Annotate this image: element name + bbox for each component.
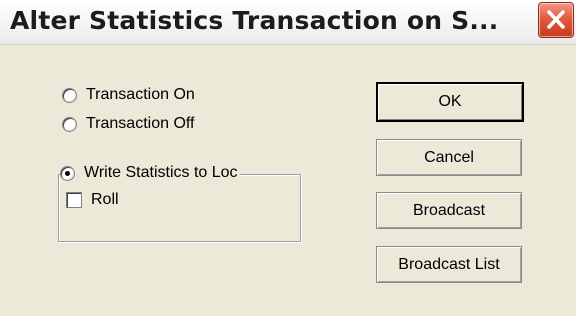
cancel-button[interactable]: Cancel — [376, 139, 522, 176]
roll-checkbox-row[interactable]: Roll — [66, 190, 119, 210]
alter-statistics-dialog: Alter Statistics Transaction on S... Tra… — [0, 0, 576, 316]
title-bar[interactable]: Alter Statistics Transaction on S... — [0, 0, 576, 45]
radio-button-icon — [62, 116, 77, 132]
window-title: Alter Statistics Transaction on S... — [10, 6, 499, 35]
radio-write-statistics[interactable]: Write Statistics to Loc — [60, 163, 240, 183]
radio-transaction-off[interactable]: Transaction Off — [62, 114, 195, 134]
close-button[interactable] — [538, 2, 574, 38]
radio-write-statistics-label: Write Statistics to Loc — [84, 164, 238, 181]
close-icon — [547, 10, 565, 29]
radio-button-checked-icon — [60, 165, 75, 181]
radio-transaction-on-label: Transaction On — [86, 86, 195, 103]
broadcast-button[interactable]: Broadcast — [376, 192, 522, 229]
ok-button[interactable]: OK — [376, 82, 524, 122]
broadcast-list-button[interactable]: Broadcast List — [376, 246, 522, 283]
radio-transaction-on[interactable]: Transaction On — [62, 85, 195, 105]
roll-checkbox[interactable] — [66, 192, 82, 208]
radio-button-icon — [62, 87, 77, 103]
radio-transaction-off-label: Transaction Off — [86, 115, 195, 132]
roll-label: Roll — [91, 191, 119, 208]
